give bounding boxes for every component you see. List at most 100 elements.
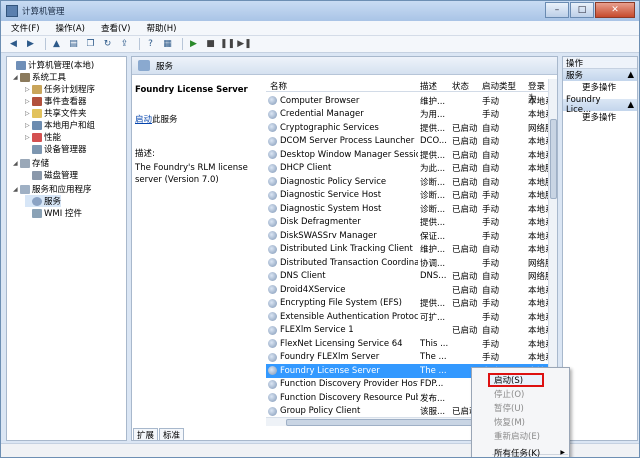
cell-description: 发布...	[420, 393, 446, 404]
pause-service-icon[interactable]: ❚❚	[220, 38, 235, 50]
menu-item-resume[interactable]: 恢复(M)	[494, 416, 525, 428]
window-controls: – □ ✕	[544, 2, 635, 18]
actions-title: 操作	[563, 57, 637, 69]
horizontal-scroll-thumb[interactable]	[286, 419, 486, 426]
service-gear-icon	[268, 231, 277, 240]
performance-icon	[32, 132, 42, 142]
menu-item-stop[interactable]: 停止(O)	[494, 388, 524, 400]
column-header-startup-type[interactable]: 启动类型	[482, 80, 516, 92]
menu-item-pause[interactable]: 暂停(U)	[494, 402, 524, 414]
tree-item-storage[interactable]: ◢ 存储	[13, 157, 49, 169]
table-row[interactable]: DiskSWASSrv Manager 保证... 手动 本地系	[266, 229, 548, 243]
menu-item-all-tasks[interactable]: 所有任务(K)	[494, 447, 540, 457]
copy-icon[interactable]: ❐	[84, 38, 97, 50]
table-row[interactable]: Diagnostic Service Host 诊断... 已启动手动 本地服	[266, 189, 548, 203]
table-row[interactable]: Diagnostic System Host 诊断... 已启动手动 本地系	[266, 202, 548, 216]
refresh-icon[interactable]: ↻	[101, 38, 114, 50]
help-icon[interactable]: ?	[144, 38, 157, 50]
up-folder-icon[interactable]: ▲	[50, 38, 63, 50]
forward-icon[interactable]: ▶	[24, 38, 37, 50]
tree-item-disk-management[interactable]: 磁盘管理	[25, 169, 78, 181]
disk-icon	[32, 170, 42, 180]
tab-extended[interactable]: 扩展	[133, 428, 159, 440]
pane-header: 服务	[132, 57, 557, 75]
cell-logon: 本地系	[528, 137, 548, 148]
table-row[interactable]: FLEXlm Service 1 已启动自动 本地系	[266, 324, 548, 338]
menu-item-start[interactable]: 启动(S)	[494, 374, 523, 386]
event-viewer-icon	[32, 96, 42, 106]
toolbar-separator	[182, 38, 183, 50]
tab-standard[interactable]: 标准	[159, 428, 185, 440]
table-row[interactable]: DHCP Client 为此... 已启动自动 本地服	[266, 162, 548, 176]
table-row[interactable]: Foundry FLEXlm Server The ... 手动 本地系	[266, 351, 548, 365]
table-row[interactable]: DCOM Server Process Launcher DCO... 已启动 自动 本…	[266, 135, 548, 149]
cell-name: Diagnostic System Host	[280, 203, 382, 214]
actions-pane: 操作 服务 ▲ 更多操作 Foundry Lice... ▲ 更多操作	[562, 56, 638, 441]
tree-item-system-tools[interactable]: ◢ 系统工具	[13, 71, 66, 83]
cell-description: 诊断...	[420, 204, 446, 215]
tree-item-local-users[interactable]: ▷ 本地用户和组	[25, 119, 95, 131]
actions-section-selected-service[interactable]: Foundry Lice... ▲	[563, 95, 637, 115]
cell-startup-type: 手动	[482, 353, 500, 364]
tree-item-wmi[interactable]: WMI 控件	[25, 207, 82, 219]
cell-name: Distributed Link Tracking Client	[280, 244, 413, 255]
menu-file[interactable]: 文件(F)	[11, 22, 40, 34]
tree-item-task-scheduler[interactable]: ▷ 任务计划程序	[25, 83, 95, 95]
table-row[interactable]: FlexNet Licensing Service 64 This ... 手动 本地…	[266, 337, 548, 351]
table-row[interactable]: DNS Client DNS... 已启动自动 网络服	[266, 270, 548, 284]
service-gear-icon	[268, 204, 277, 213]
menu-item-restart[interactable]: 重新启动(E)	[494, 430, 540, 442]
tree-item-shared-folders[interactable]: ▷ 共享文件夹	[25, 107, 87, 119]
menu-view[interactable]: 查看(V)	[101, 22, 130, 34]
back-icon[interactable]: ◀	[7, 38, 20, 50]
more-actions-services[interactable]: 更多操作	[563, 81, 637, 93]
cell-logon: 本地系	[528, 218, 548, 229]
start-service-icon[interactable]: ▶	[187, 38, 200, 50]
table-row[interactable]: Cryptographic Services 提供... 已启动自动 网络服	[266, 121, 548, 135]
table-row[interactable]: Desktop Window Manager Sessio... 提供... 已启动…	[266, 148, 548, 162]
column-header-status[interactable]: 状态	[452, 80, 469, 92]
cell-name: FlexNet Licensing Service 64	[280, 338, 403, 349]
cell-startup-type: 手动	[482, 258, 500, 269]
properties-icon[interactable]: ▦	[161, 38, 174, 50]
table-row[interactable]: Droid4XService 已启动自动 本地系	[266, 283, 548, 297]
table-row[interactable]: Diagnostic Policy Service 诊断... 已启动自动 本地服	[266, 175, 548, 189]
column-header-description[interactable]: 描述	[420, 80, 437, 92]
tree-item-performance[interactable]: ▷ 性能	[25, 131, 61, 143]
tree-item-root[interactable]: 计算机管理(本地)	[9, 59, 94, 71]
start-service-link[interactable]: 启动	[135, 115, 152, 125]
actions-section-services[interactable]: 服务 ▲	[563, 69, 637, 81]
gear-icon	[138, 60, 150, 71]
minimize-button[interactable]: –	[545, 2, 569, 18]
cell-description: 提供...	[420, 150, 446, 161]
cell-name: FLEXlm Service 1	[280, 325, 354, 336]
service-gear-icon	[268, 258, 277, 267]
cell-description: 诊断...	[420, 191, 446, 202]
column-header-name[interactable]: 名称	[270, 80, 287, 92]
vertical-scroll-thumb[interactable]	[550, 119, 557, 199]
service-gear-icon	[268, 352, 277, 362]
table-row[interactable]: Encrypting File System (EFS) 提供... 已启动 手动 本地…	[266, 297, 548, 311]
description-text: The Foundry's RLM license server (Versio…	[135, 163, 248, 185]
table-row[interactable]: Extensible Authentication Protocol 可扩... 手…	[266, 310, 548, 324]
show-tree-icon[interactable]: ▤	[67, 38, 80, 50]
toolbar-separator	[139, 38, 140, 50]
tree-item-device-manager[interactable]: 设备管理器	[25, 143, 87, 155]
table-row[interactable]: Distributed Transaction Coordinator 协调...…	[266, 256, 548, 270]
cell-description: 维护...	[420, 245, 446, 256]
table-row[interactable]: Credential Manager 为用... 手动 本地系	[266, 108, 548, 122]
maximize-button[interactable]: □	[570, 2, 594, 18]
tree-item-event-viewer[interactable]: ▷ 事件查看器	[25, 95, 87, 107]
table-row[interactable]: Computer Browser 维护... 手动 本地系	[266, 94, 548, 108]
export-list-icon[interactable]: ⇪	[118, 38, 131, 50]
menu-action[interactable]: 操作(A)	[56, 22, 85, 34]
cell-status: 已启动	[452, 164, 478, 175]
tree-item-services-apps[interactable]: ◢ 服务和应用程序	[13, 183, 92, 195]
tree-item-services[interactable]: 服务	[25, 195, 62, 207]
restart-service-icon[interactable]: ▶❚	[237, 38, 251, 50]
close-button[interactable]: ✕	[595, 2, 635, 18]
stop-service-icon[interactable]: ■	[204, 38, 217, 50]
table-row[interactable]: Distributed Link Tracking Client 维护... 已启动…	[266, 243, 548, 257]
table-row[interactable]: Disk Defragmenter 提供... 手动 本地系	[266, 216, 548, 230]
menu-help[interactable]: 帮助(H)	[146, 22, 176, 34]
